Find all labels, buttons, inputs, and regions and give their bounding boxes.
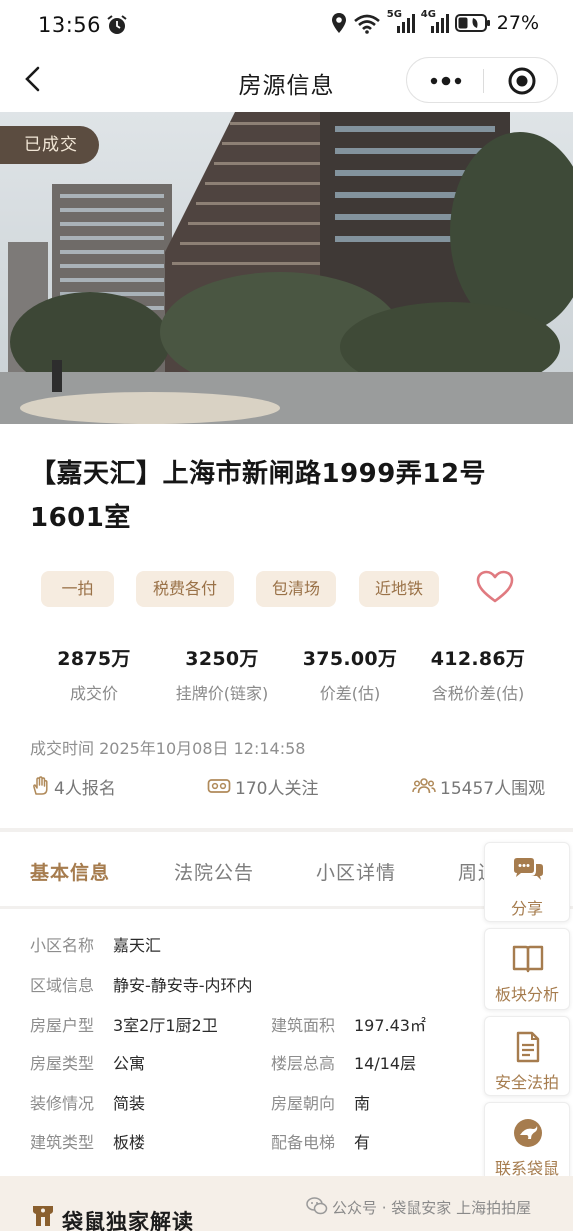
more-dots-icon[interactable] xyxy=(427,71,465,91)
info-structure: 板楼 xyxy=(113,1133,146,1152)
battery-icon xyxy=(454,14,490,32)
viewer-count: 15457人围观 xyxy=(412,775,546,799)
signal-5g: 5G xyxy=(387,9,415,34)
close-target-icon[interactable] xyxy=(507,66,537,96)
stat-value: 412.86万 xyxy=(430,648,526,670)
signup-count-text: 4人报名 xyxy=(54,778,116,799)
vr-glasses-icon xyxy=(207,779,231,793)
capsule-divider xyxy=(483,69,484,93)
side-label: 安全法拍 xyxy=(494,1073,559,1092)
stat-value: 375.00万 xyxy=(302,648,398,670)
stat-label: 挂牌价(链家) xyxy=(175,684,269,703)
info-house-type: 公寓 xyxy=(113,1054,146,1073)
info-build-area: 197.43㎡ xyxy=(354,1016,426,1035)
info-label: 房屋类型 xyxy=(30,1054,95,1073)
info-floors: 14/14层 xyxy=(354,1054,417,1073)
info-label: 小区名称 xyxy=(30,936,95,955)
signal-bars-icon xyxy=(396,14,415,33)
info-decoration: 简装 xyxy=(113,1094,146,1113)
watermark-text: 公众号 · 袋鼠安家 上海拍拍屋 xyxy=(332,1199,532,1217)
share-button[interactable]: 分享 xyxy=(484,842,570,922)
info-orientation: 南 xyxy=(354,1094,371,1113)
follower-count-text: 170人关注 xyxy=(235,778,319,799)
stat-deal-price: 2875万 成交价 xyxy=(24,644,164,704)
kangaroo-logo-icon xyxy=(514,1119,542,1147)
side-label: 分享 xyxy=(510,899,543,918)
favorite-heart-icon[interactable] xyxy=(476,570,514,604)
info-label: 区域信息 xyxy=(30,976,95,995)
side-label: 板块分析 xyxy=(494,985,559,1004)
stat-value: 2875万 xyxy=(57,648,131,670)
info-layout: 3室2厅1厨2卫 xyxy=(113,1016,218,1035)
info-label: 建筑类型 xyxy=(30,1133,95,1152)
tab-basic-info[interactable]: 基本信息 xyxy=(30,858,110,885)
nav-bar: 房源信息 xyxy=(0,52,573,108)
section-divider xyxy=(0,828,573,832)
chat-bubbles-icon xyxy=(514,858,543,880)
tag-item: 包清场 xyxy=(256,571,336,607)
hand-icon xyxy=(33,776,48,795)
info-elevator: 有 xyxy=(354,1133,371,1152)
viewer-count-text: 15457人围观 xyxy=(440,778,546,799)
info-area: 静安-静安寺-内环内 xyxy=(113,976,253,995)
listing-title-line2: 1601室 xyxy=(30,503,131,533)
info-label: 房屋朝向 xyxy=(271,1094,336,1113)
info-label: 楼层总高 xyxy=(271,1054,336,1073)
document-icon xyxy=(516,1031,540,1063)
open-book-icon xyxy=(512,945,544,973)
stat-price-diff: 375.00万 价差(估) xyxy=(280,644,420,704)
info-label: 建筑面积 xyxy=(271,1016,336,1035)
info-label: 装修情况 xyxy=(30,1094,95,1113)
stat-label: 成交价 xyxy=(69,684,118,703)
alarm-icon xyxy=(107,15,127,34)
kangaroo-brand-icon xyxy=(33,1206,53,1226)
sector-analysis-button[interactable]: 板块分析 xyxy=(484,928,570,1010)
status-time: 13:56 xyxy=(38,13,102,37)
tab-court-notice[interactable]: 法院公告 xyxy=(174,858,254,885)
follower-count: 170人关注 xyxy=(207,775,319,799)
status-bar: 13:56 5G 4G 27% xyxy=(0,0,573,52)
signup-count: 4人报名 xyxy=(30,775,116,799)
sold-status-badge: 已成交 xyxy=(0,126,99,164)
signal-4g: 4G xyxy=(421,9,449,34)
tab-community-detail[interactable]: 小区详情 xyxy=(316,858,396,885)
contact-kangaroo-button[interactable]: 联系袋鼠 xyxy=(484,1102,570,1182)
tag-item: 税费各付 xyxy=(136,571,234,607)
tag-item: 近地铁 xyxy=(359,571,439,607)
wechat-icon xyxy=(306,1197,328,1215)
group-users-icon xyxy=(412,778,436,794)
signal-bars-icon xyxy=(430,14,449,33)
info-community: 嘉天汇 xyxy=(113,936,162,955)
safe-auction-button[interactable]: 安全法拍 xyxy=(484,1016,570,1096)
info-label: 房屋户型 xyxy=(30,1016,95,1035)
location-icon xyxy=(331,13,346,33)
stat-label: 含税价差(估) xyxy=(431,684,525,703)
stat-tax-price-diff: 412.86万 含税价差(估) xyxy=(408,644,548,704)
stat-label: 价差(估) xyxy=(319,684,381,703)
section-title: 袋鼠独家解读 xyxy=(62,1210,194,1231)
mini-program-capsule xyxy=(406,57,558,103)
stat-listing-price: 3250万 挂牌价(链家) xyxy=(152,644,292,704)
wifi-icon xyxy=(353,14,380,34)
info-label: 配备电梯 xyxy=(271,1133,336,1152)
listing-title: 【嘉天汇】上海市新闸路1999弄12号 1601室 xyxy=(30,452,550,540)
listing-title-line1: 【嘉天汇】上海市新闸路1999弄12号 xyxy=(30,459,487,489)
tag-item: 一拍 xyxy=(41,571,114,607)
deal-time: 成交时间 2025年10月08日 12:14:58 xyxy=(30,739,306,758)
stat-value: 3250万 xyxy=(185,648,259,670)
battery-percentage: 27% xyxy=(496,12,539,34)
status-indicators: 5G 4G 27% xyxy=(331,9,539,34)
